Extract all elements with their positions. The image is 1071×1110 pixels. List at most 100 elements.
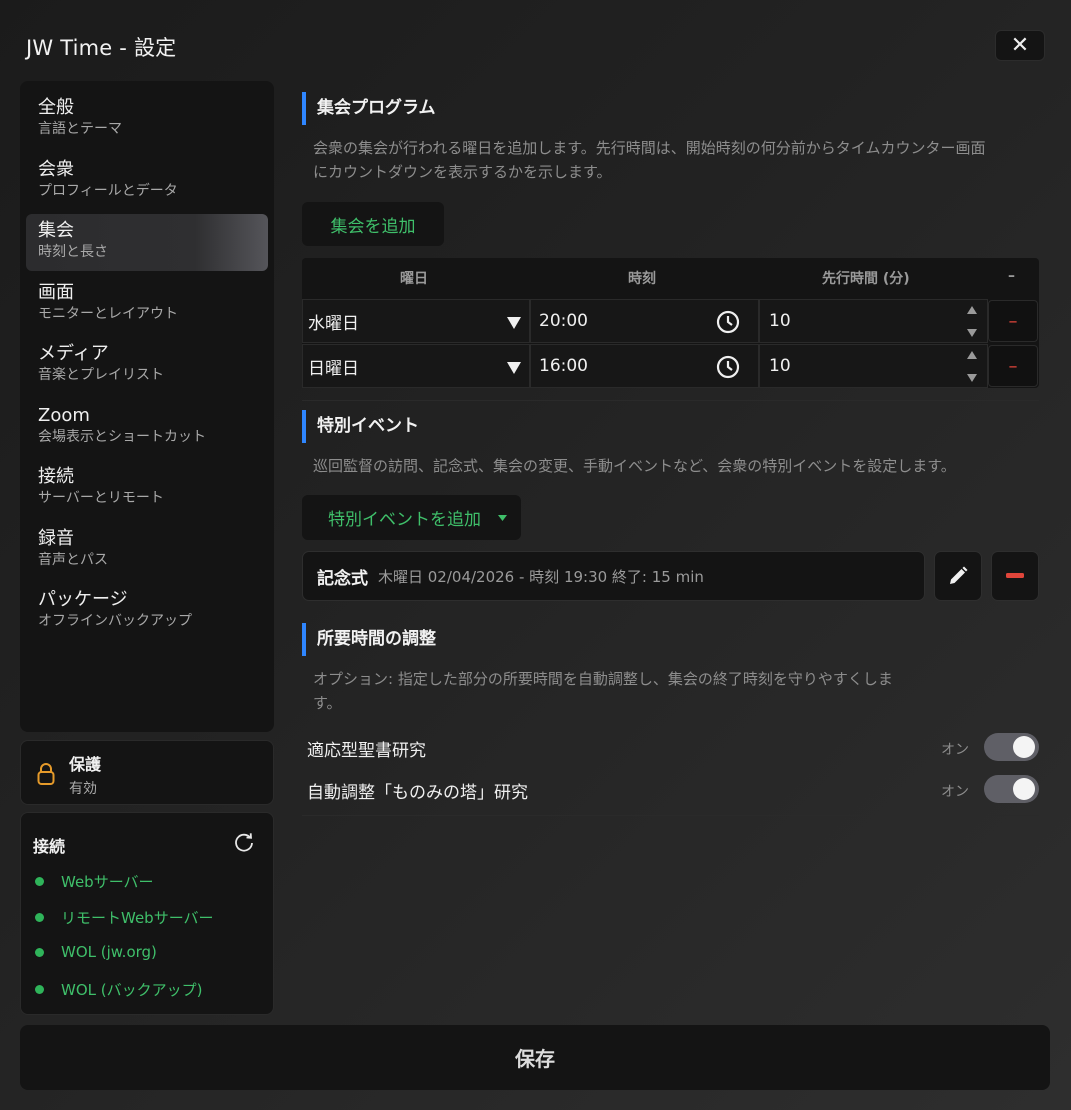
remove-meeting-button[interactable]: – <box>988 300 1038 342</box>
connection-item-label: リモートWebサーバー <box>61 909 214 927</box>
sidebar-item-label: Zoom <box>38 404 90 426</box>
sidebar-nav: 全般 言語とテーマ 会衆 プロフィールとデータ 集会 時刻と長さ 画面 モニター… <box>20 81 274 732</box>
events-description: 巡回監督の訪問、記念式、集会の変更、手動イベントなど、会衆の特別イベントを設定し… <box>313 457 956 475</box>
event-detail: 木曜日 02/04/2026 - 時刻 19:30 終了: 15 min <box>378 567 704 586</box>
column-header-day: 曜日 <box>400 271 428 287</box>
toggle-label: 自動調整「ものみの塔」研究 <box>307 783 528 803</box>
sidebar-item-connection[interactable]: 接続 サーバーとリモート <box>26 460 268 517</box>
dropdown-arrow-icon <box>507 362 521 374</box>
save-button[interactable]: 保存 <box>20 1025 1050 1090</box>
sidebar-item-sub: 時刻と長さ <box>38 244 108 260</box>
connection-item-wol: WOL (jw.org) <box>35 943 157 961</box>
duration-description-line2: す。 <box>313 694 342 712</box>
table-row: 水曜日 20:00 10 – <box>302 299 1039 343</box>
sidebar-item-label: メディア <box>38 343 109 364</box>
column-header-lead: 先行時間 (分) <box>822 271 910 287</box>
meetings-table: 曜日 時刻 先行時間 (分) – 水曜日 20:00 10 – 日曜日 16:0… <box>302 258 1039 388</box>
clock-icon[interactable] <box>716 310 740 334</box>
day-select[interactable]: 日曜日 <box>302 344 530 388</box>
stepper-up-icon[interactable] <box>967 306 977 314</box>
sidebar-item-display[interactable]: 画面 モニターとレイアウト <box>26 276 268 333</box>
sidebar-item-sub: モニターとレイアウト <box>38 305 178 322</box>
sidebar-item-media[interactable]: メディア 音楽とプレイリスト <box>26 337 268 394</box>
sidebar-item-zoom[interactable]: Zoom 会場表示とショートカット <box>26 399 268 456</box>
pencil-icon <box>950 566 968 584</box>
dropdown-arrow-icon <box>507 317 521 329</box>
lead-time-stepper[interactable]: 10 <box>759 299 988 343</box>
meetings-heading: 集会プログラム <box>302 92 436 125</box>
time-input[interactable]: 20:00 <box>530 299 759 343</box>
remove-meeting-button[interactable]: – <box>988 345 1038 387</box>
connection-item-label: WOL (jw.org) <box>61 943 157 961</box>
window-title: JW Time - 設定 <box>26 36 177 60</box>
sidebar-item-sub: 音声とパス <box>38 551 108 568</box>
status-dot-icon <box>35 913 44 922</box>
connection-panel: 接続 Webサーバー リモートWebサーバー WOL (jw.org) WOL … <box>20 812 274 1015</box>
sidebar-item-sub: プロフィールとデータ <box>38 182 178 199</box>
edit-event-button[interactable] <box>934 551 982 601</box>
section-divider <box>302 400 1039 401</box>
duration-heading: 所要時間の調整 <box>302 623 436 656</box>
lead-time-value: 10 <box>769 311 791 331</box>
lead-time-stepper[interactable]: 10 <box>759 344 988 388</box>
sidebar-item-label: 全般 <box>38 97 74 118</box>
sidebar-item-meetings[interactable]: 集会 時刻と長さ <box>26 214 268 271</box>
sidebar-item-label: 集会 <box>38 220 74 241</box>
refresh-icon[interactable] <box>233 831 255 853</box>
sidebar-item-package[interactable]: パッケージ オフラインバックアップ <box>26 583 268 640</box>
meetings-description-line1: 会衆の集会が行われる曜日を追加します。先行時間は、開始時刻の何分前からタイムカウ… <box>313 139 986 157</box>
add-event-label: 特別イベントを追加 <box>328 510 481 530</box>
column-header-remove: – <box>1008 268 1015 284</box>
event-name: 記念式 <box>317 568 368 589</box>
sidebar-item-recording[interactable]: 録音 音声とパス <box>26 522 268 579</box>
sidebar-item-label: 録音 <box>38 527 74 549</box>
clock-icon[interactable] <box>716 355 740 379</box>
protection-title: 保護 <box>69 755 102 774</box>
connection-item-wol-backup: WOL (バックアップ) <box>35 979 202 1000</box>
connection-item-label: Webサーバー <box>61 873 154 891</box>
watchtower-study-toggle[interactable] <box>984 775 1039 803</box>
sidebar-item-sub: 音楽とプレイリスト <box>38 367 164 383</box>
add-event-button[interactable]: 特別イベントを追加 <box>302 495 521 540</box>
lock-icon <box>37 763 55 785</box>
section-divider <box>302 815 1039 816</box>
sidebar-item-general[interactable]: 全般 言語とテーマ <box>26 91 268 148</box>
duration-description-line1: オプション: 指定した部分の所要時間を自動調整し、集会の終了時刻を守りやすくしま <box>313 670 893 688</box>
day-value: 日曜日 <box>308 358 359 379</box>
status-dot-icon <box>35 985 44 994</box>
adaptive-bible-study-toggle[interactable] <box>984 733 1039 761</box>
dropdown-arrow-icon <box>498 515 507 521</box>
stepper-down-icon[interactable] <box>967 374 977 382</box>
events-heading: 特別イベント <box>302 410 419 443</box>
sidebar-item-label: 接続 <box>38 466 74 487</box>
sidebar-item-sub: オフラインバックアップ <box>38 613 192 629</box>
delete-event-button[interactable] <box>991 551 1039 601</box>
toggle-state: オン <box>941 784 969 800</box>
sidebar-item-label: 会衆 <box>38 158 74 180</box>
day-select[interactable]: 水曜日 <box>302 299 530 343</box>
time-input[interactable]: 16:00 <box>530 344 759 388</box>
minus-icon <box>1006 573 1024 578</box>
sidebar-item-sub: 言語とテーマ <box>38 121 122 137</box>
toggle-knob <box>1013 736 1035 758</box>
time-value: 20:00 <box>539 311 588 331</box>
event-card: 記念式 木曜日 02/04/2026 - 時刻 19:30 終了: 15 min <box>302 551 925 601</box>
sidebar-item-sub: サーバーとリモート <box>38 490 164 506</box>
toggle-label: 適応型聖書研究 <box>307 741 426 761</box>
protection-status: 有効 <box>69 781 97 797</box>
meetings-description-line2: にカウントダウンを表示するかを示します。 <box>313 163 612 181</box>
toggle-state: オン <box>941 742 969 758</box>
status-dot-icon <box>35 877 44 886</box>
stepper-up-icon[interactable] <box>967 351 977 359</box>
stepper-down-icon[interactable] <box>967 329 977 337</box>
day-value: 水曜日 <box>308 313 359 334</box>
column-header-time: 時刻 <box>628 271 656 287</box>
sidebar-item-sub: 会場表示とショートカット <box>38 428 206 445</box>
close-button[interactable]: ✕ <box>995 30 1045 61</box>
protection-panel[interactable]: 保護 有効 <box>20 740 274 805</box>
add-meeting-button[interactable]: 集会を追加 <box>302 202 444 246</box>
connection-item-remote-webserver: リモートWebサーバー <box>35 907 214 928</box>
toggle-knob <box>1013 778 1035 800</box>
table-row: 日曜日 16:00 10 – <box>302 344 1039 388</box>
sidebar-item-congregation[interactable]: 会衆 プロフィールとデータ <box>26 153 268 210</box>
